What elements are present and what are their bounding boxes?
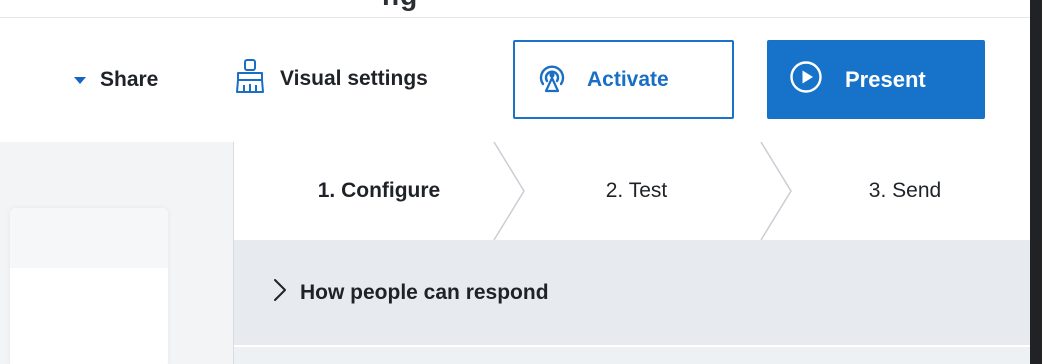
- play-circle-icon: [789, 60, 823, 99]
- page-title: ng: [382, 0, 472, 12]
- slide-preview-card[interactable]: [10, 208, 168, 364]
- visual-settings-button[interactable]: Visual settings: [232, 58, 428, 100]
- step-configure[interactable]: 1. Configure: [264, 142, 494, 240]
- step-test[interactable]: 2. Test: [514, 142, 759, 240]
- visual-settings-label: Visual settings: [280, 67, 428, 90]
- settings-panel: 1. Configure 2. Test 3. Send How people …: [233, 142, 1031, 364]
- next-section: [234, 346, 1031, 364]
- activate-label: Activate: [587, 67, 669, 91]
- chevron-right-icon: [272, 277, 288, 308]
- window-edge: [1030, 0, 1042, 364]
- page-title-text: ng: [382, 0, 418, 12]
- broadcast-icon: [535, 60, 569, 99]
- slide-canvas-area: [0, 142, 233, 364]
- title-divider: [0, 17, 1030, 18]
- step-send-label: 3. Send: [868, 179, 942, 202]
- share-button[interactable]: Share: [74, 63, 158, 97]
- slide-preview-header: [10, 208, 168, 268]
- top-toolbar: ng Share Visual settings: [0, 0, 1030, 142]
- present-label: Present: [845, 66, 926, 92]
- section-label: How people can respond: [300, 280, 549, 304]
- step-configure-label: 1. Configure: [317, 179, 441, 202]
- step-test-label: 2. Test: [605, 179, 668, 202]
- present-button[interactable]: Present: [767, 40, 985, 119]
- step-navigation: 1. Configure 2. Test 3. Send: [234, 142, 1031, 240]
- section-how-people-can-respond[interactable]: How people can respond: [234, 240, 1031, 345]
- activate-button[interactable]: Activate: [513, 40, 734, 119]
- share-label: Share: [100, 68, 159, 91]
- paint-brush-icon: [232, 58, 272, 101]
- step-send[interactable]: 3. Send: [779, 142, 1031, 240]
- caret-down-icon: [74, 76, 86, 84]
